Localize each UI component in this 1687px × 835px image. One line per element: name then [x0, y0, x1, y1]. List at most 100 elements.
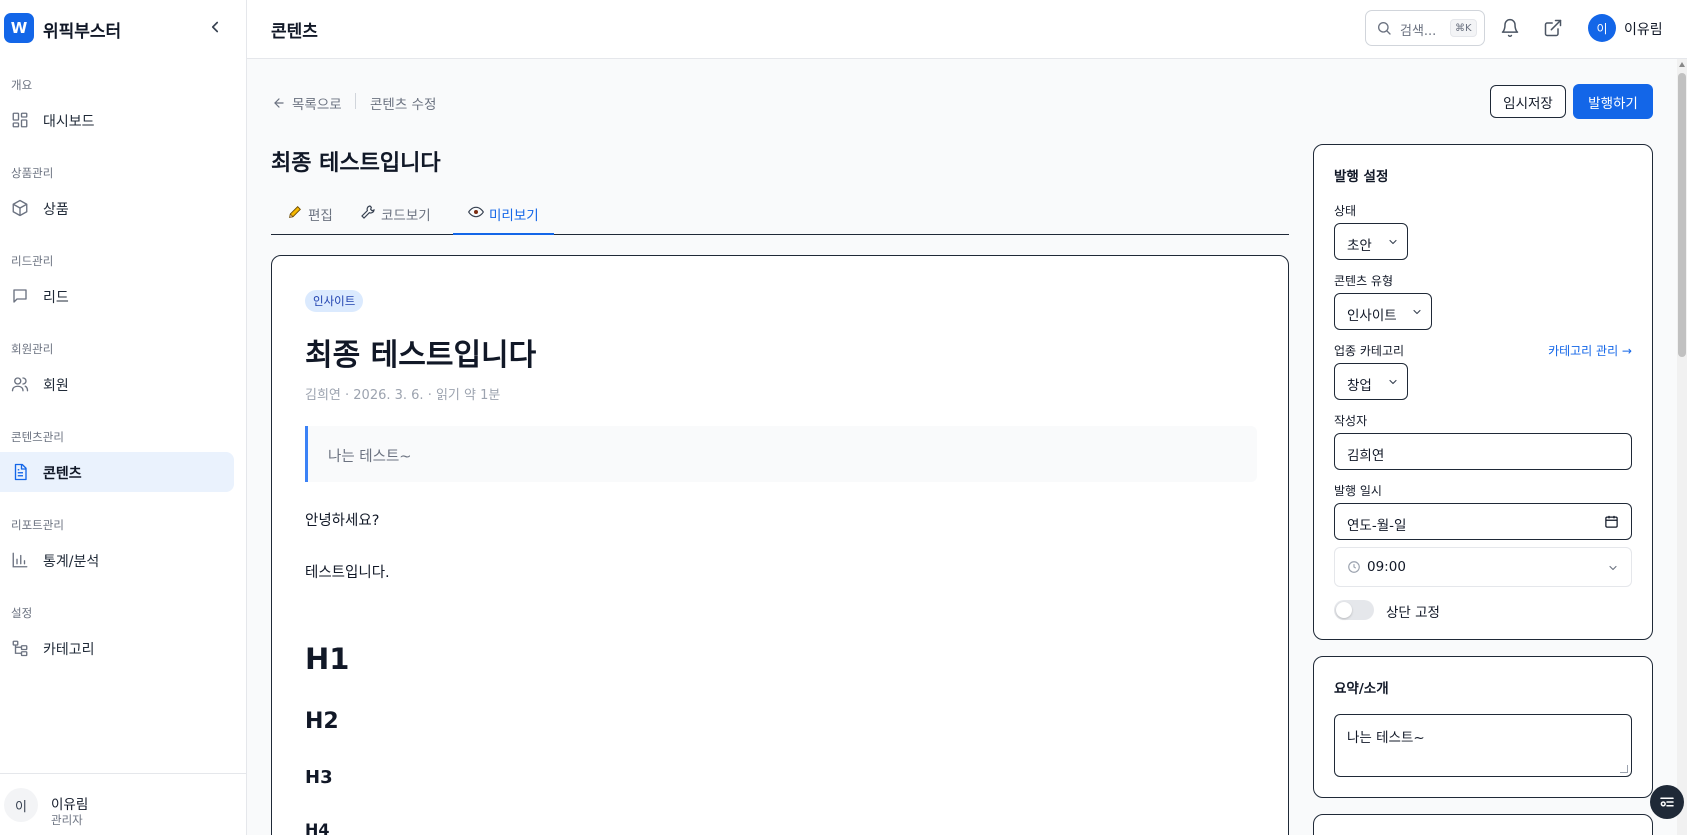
- avatar: 이: [4, 788, 38, 822]
- floating-toc-button[interactable]: [1650, 785, 1684, 819]
- publish-date-value: 연도-월-일: [1347, 518, 1407, 534]
- sidebar-item-label: 상품: [43, 202, 69, 218]
- industry-category-select[interactable]: 창업: [1334, 363, 1408, 400]
- tab-label: 편집: [308, 208, 333, 224]
- sidebar-item-label: 통계/분석: [43, 554, 100, 570]
- scroll-up-arrow[interactable]: [1679, 62, 1685, 67]
- search-input[interactable]: 검색... ⌘K: [1365, 10, 1485, 46]
- sidebar-item-label: 회원: [43, 378, 69, 394]
- resize-handle[interactable]: [1620, 765, 1628, 773]
- pencil-icon: [289, 206, 301, 218]
- publish-date-field[interactable]: 연도-월-일: [1334, 503, 1632, 540]
- save-draft-button[interactable]: 임시저장: [1490, 85, 1566, 118]
- content-type-select[interactable]: 인사이트: [1334, 293, 1432, 330]
- breadcrumb-current: 콘텐츠 수정: [370, 97, 437, 113]
- sidebar-item-stats[interactable]: 통계/분석: [0, 540, 234, 580]
- industry-category-label: 업종 카테고리: [1334, 344, 1405, 358]
- chevron-down-icon: [1389, 239, 1397, 245]
- author-value: 김희연: [1347, 448, 1385, 464]
- pin-to-top-toggle[interactable]: [1334, 600, 1374, 620]
- chart-icon: [12, 552, 28, 568]
- page-scrollbar[interactable]: [1677, 59, 1687, 835]
- category-tree-icon: [12, 640, 28, 657]
- nav-section-settings: 설정: [11, 606, 33, 620]
- document-icon: [14, 463, 27, 481]
- preview-meta: 김희연 · 2026. 3. 6. · 읽기 약 1분: [305, 388, 501, 403]
- search-shortcut-badge: ⌘K: [1450, 19, 1477, 37]
- preview-heading-3: H3: [305, 767, 333, 788]
- user-name[interactable]: 이유림: [1624, 19, 1663, 39]
- sidebar-item-products[interactable]: 상품: [0, 188, 234, 228]
- package-icon: [12, 199, 28, 217]
- tab-code-view[interactable]: 코드보기: [360, 204, 431, 235]
- manage-categories-link[interactable]: 카테고리 관리 →: [1548, 342, 1632, 359]
- tab-edit[interactable]: 편집: [287, 204, 333, 235]
- external-link-icon[interactable]: [1543, 18, 1563, 38]
- calendar-icon[interactable]: [1604, 514, 1619, 529]
- content-type-badge: 인사이트: [305, 290, 364, 312]
- preview-title: 최종 테스트입니다: [305, 338, 537, 373]
- summary-textarea[interactable]: 나는 테스트~: [1334, 714, 1632, 777]
- publish-time-select[interactable]: 09:00: [1334, 547, 1632, 587]
- sidebar-item-leads[interactable]: 리드: [0, 276, 234, 316]
- user-name: 이유림: [51, 797, 89, 813]
- sidebar-item-members[interactable]: 회원: [0, 364, 234, 404]
- tab-label: 미리보기: [489, 208, 539, 224]
- author-field[interactable]: 김희연: [1334, 433, 1632, 470]
- sidebar-user[interactable]: 이 이유림 관리자: [0, 773, 246, 835]
- bell-icon[interactable]: [1500, 18, 1520, 38]
- wrench-icon: [361, 205, 375, 219]
- message-icon: [13, 289, 27, 303]
- nav-section-reports: 리포트관리: [11, 518, 64, 532]
- content-type-label: 콘텐츠 유형: [1334, 274, 1394, 288]
- status-value: 초안: [1347, 238, 1372, 254]
- panel-title: 요약/소개: [1334, 681, 1389, 697]
- publish-settings-panel: 발행 설정 상태 초안 콘텐츠 유형 인사이트 업종 카테고리 카테고리 관리 …: [1313, 144, 1653, 640]
- sidebar-item-categories[interactable]: 카테고리: [0, 628, 234, 668]
- brand-name[interactable]: 위픽부스터: [43, 17, 121, 42]
- tab-label: 코드보기: [381, 208, 431, 224]
- back-link-label: 목록으로: [292, 97, 342, 113]
- search-placeholder: 검색...: [1400, 24, 1437, 39]
- brand-logo[interactable]: W: [4, 13, 34, 43]
- avatar[interactable]: 이: [1588, 14, 1616, 42]
- summary-value: 나는 테스트~: [1347, 730, 1425, 746]
- status-select[interactable]: 초안: [1334, 223, 1408, 260]
- sidebar-item-label: 리드: [43, 290, 69, 306]
- nav-section-leads: 리드관리: [11, 254, 54, 268]
- panel-title: 발행 설정: [1334, 169, 1389, 185]
- chevron-left-icon[interactable]: [206, 18, 224, 36]
- toggle-knob: [1336, 602, 1352, 618]
- nav-section-members: 회원관리: [11, 342, 54, 356]
- nav-section-products: 상품관리: [11, 166, 54, 180]
- brand: W 위픽부스터: [0, 0, 246, 56]
- sidebar-item-dashboard[interactable]: 대시보드: [0, 100, 234, 140]
- user-role: 관리자: [51, 813, 83, 827]
- sidebar-item-contents[interactable]: 콘텐츠: [0, 452, 234, 492]
- clock-icon: [1348, 561, 1360, 573]
- editor-tabs: 편집 코드보기 미리보기: [271, 198, 1289, 235]
- arrow-left-icon: [274, 98, 284, 108]
- back-to-list-link[interactable]: 목록으로: [272, 93, 342, 113]
- page-title: 콘텐츠: [271, 22, 318, 42]
- scrollbar-thumb[interactable]: [1678, 73, 1686, 357]
- publish-date-label: 발행 일시: [1334, 484, 1382, 498]
- content-type-value: 인사이트: [1347, 308, 1397, 324]
- preview-heading-1: H1: [305, 642, 350, 676]
- sidebar: W 위픽부스터 개요 대시보드 상품관리 상품 리드관리 리드 회원관리 회원 …: [0, 0, 247, 835]
- quote-text: 나는 테스트~: [328, 449, 412, 465]
- next-settings-panel: [1313, 814, 1653, 835]
- status-label: 상태: [1334, 204, 1357, 218]
- chevron-down-icon: [1413, 309, 1421, 315]
- industry-category-value: 창업: [1347, 378, 1372, 394]
- sidebar-item-label: 대시보드: [43, 114, 95, 130]
- eye-icon: [468, 206, 484, 218]
- tab-preview[interactable]: 미리보기: [453, 204, 554, 235]
- content-preview: 인사이트 최종 테스트입니다 김희연 · 2026. 3. 6. · 읽기 약 …: [271, 255, 1289, 835]
- dashboard-icon: [12, 112, 28, 128]
- list-settings-icon: [1660, 797, 1674, 807]
- nav-section-contents: 콘텐츠관리: [11, 430, 64, 444]
- publish-button[interactable]: 발행하기: [1573, 84, 1653, 119]
- author-label: 작성자: [1334, 414, 1368, 428]
- nav-section-overview: 개요: [11, 78, 33, 92]
